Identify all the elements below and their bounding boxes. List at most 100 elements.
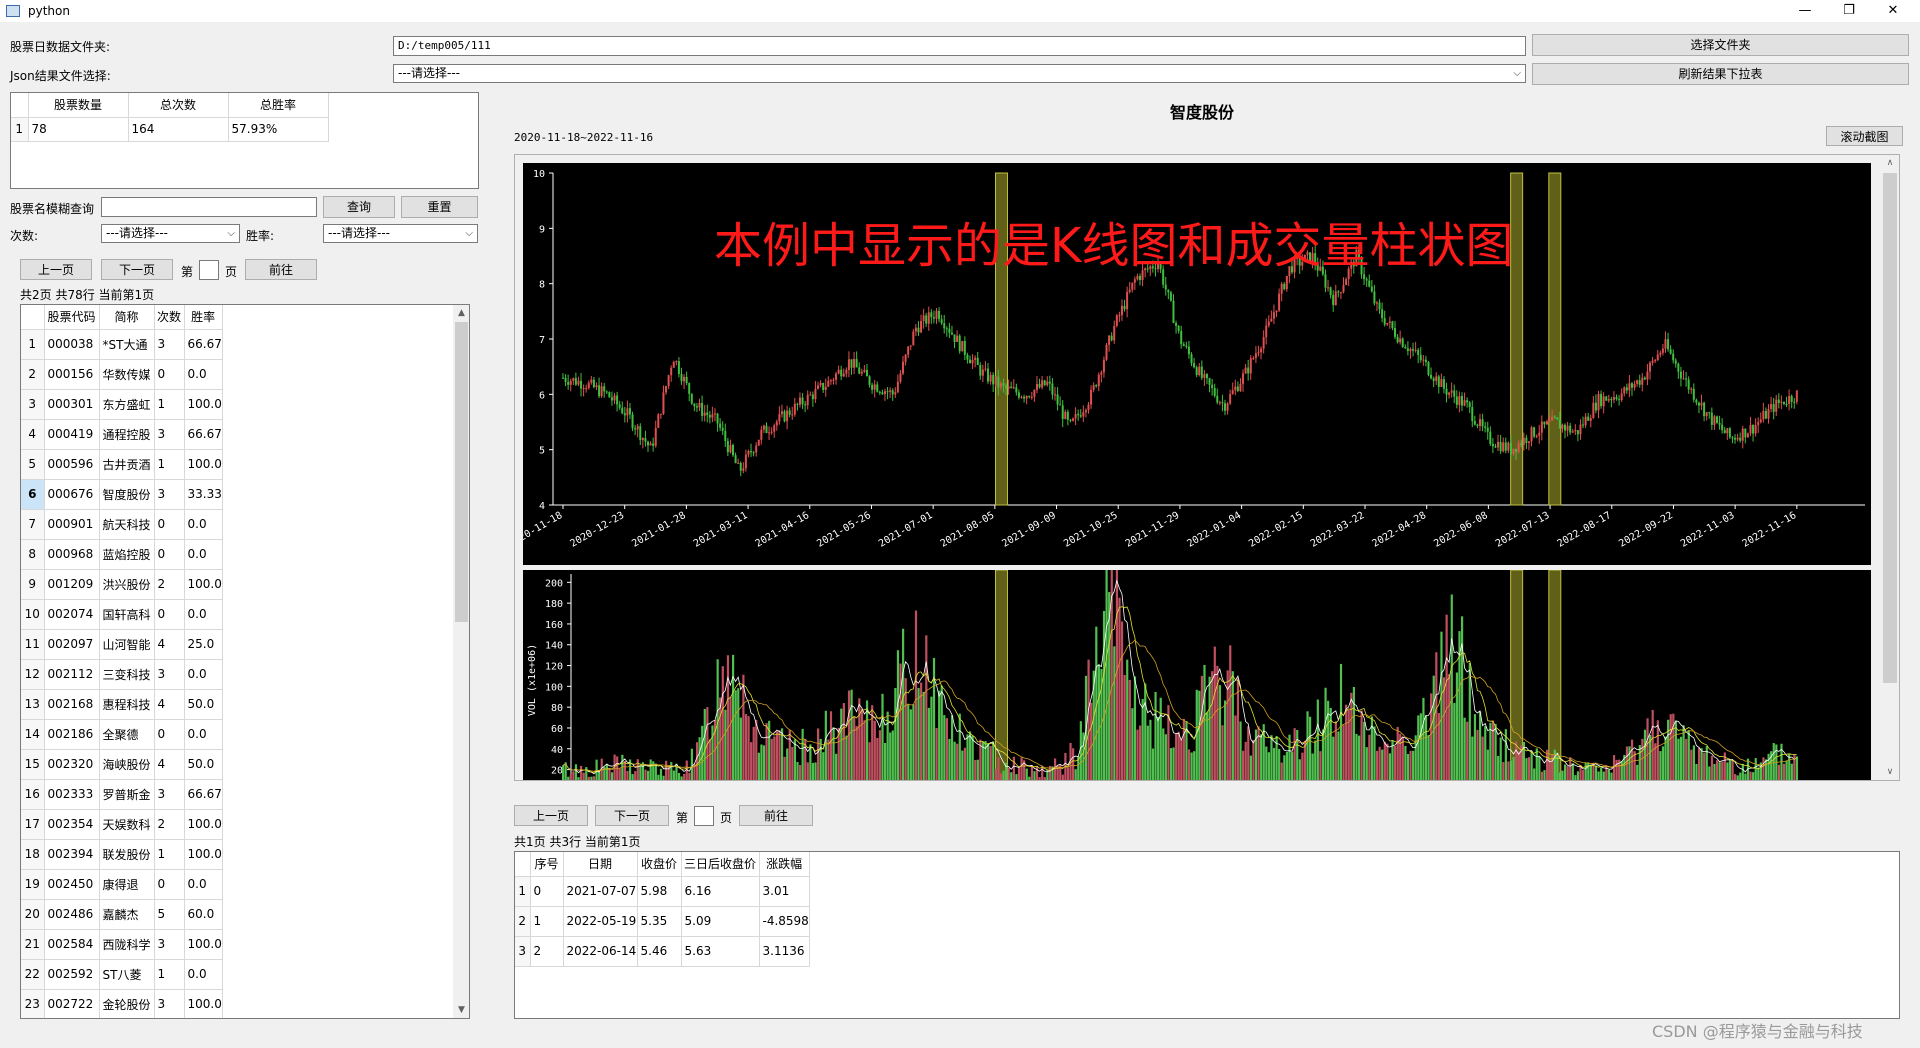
choose-folder-button[interactable]: 选择文件夹 [1532, 34, 1909, 56]
volume-bar [1700, 748, 1703, 780]
table-row[interactable]: 1 78 164 57.93% [11, 117, 329, 142]
stock-cell: 000156 [44, 359, 100, 390]
stock-table-scrollbar[interactable]: ▲ ▼ [453, 305, 469, 1018]
candle-body [1499, 441, 1502, 452]
candle-body [1594, 402, 1597, 411]
table-row[interactable]: 22 002592 ST八菱 1 0.0 [21, 959, 223, 990]
table-row[interactable]: 12 002112 三变科技 3 0.0 [21, 659, 223, 690]
right-page-input[interactable] [694, 806, 714, 826]
right-next-page-button[interactable]: 下一页 [595, 805, 669, 826]
volume-bar [770, 738, 773, 780]
right-prev-page-button[interactable]: 上一页 [514, 805, 588, 826]
stock-cell: 100.0 [184, 989, 223, 1018]
search-input[interactable] [101, 197, 317, 217]
count-select[interactable]: ---请选择--- ⌵ [101, 224, 240, 243]
table-row[interactable]: 18 002394 联发股份 1 100.0 [21, 839, 223, 870]
volume-bar [739, 717, 742, 780]
trade-header-close: 收盘价 [637, 852, 682, 877]
stock-cell: 0 [154, 509, 185, 540]
table-row[interactable]: 1 0 2021-07-07 5.98 6.16 3.01 [515, 876, 810, 907]
volume-bar [1309, 716, 1312, 780]
table-row[interactable]: 2 1 2022-05-19 5.35 5.09 -4.8598 [515, 906, 810, 937]
table-row[interactable]: 4 000419 通程控股 3 66.67 [21, 419, 223, 450]
left-page-input[interactable] [199, 260, 219, 280]
trade-cell: 0 [530, 876, 564, 907]
table-row[interactable]: 10 002074 国轩高科 0 0.0 [21, 599, 223, 630]
right-go-button[interactable]: 前往 [739, 805, 813, 826]
stock-cell: 4 [154, 629, 185, 660]
left-go-button[interactable]: 前往 [245, 259, 317, 280]
candle-body [1283, 283, 1286, 290]
volume-bar [940, 685, 943, 780]
table-row[interactable]: 11 002097 山河智能 4 25.0 [21, 629, 223, 660]
scroll-thumb[interactable] [1883, 173, 1897, 683]
table-row[interactable]: 23 002722 金轮股份 3 100.0 [21, 989, 223, 1018]
table-row[interactable]: 9 001209 洪兴股份 2 100.0 [21, 569, 223, 600]
candle-body [971, 359, 974, 364]
table-row[interactable]: 17 002354 天娱数科 2 100.0 [21, 809, 223, 840]
left-prev-page-button[interactable]: 上一页 [20, 259, 92, 280]
table-row[interactable]: 15 002320 海峡股份 4 50.0 [21, 749, 223, 780]
volume-bar [1144, 683, 1147, 780]
left-next-page-button[interactable]: 下一页 [101, 259, 173, 280]
reset-button[interactable]: 重置 [401, 196, 478, 218]
chart-scrollbar[interactable]: ∧ ∨ [1881, 155, 1899, 780]
volume-bar [734, 690, 737, 780]
candle-body [824, 386, 827, 391]
volume-bar [695, 742, 699, 780]
query-button[interactable]: 查询 [323, 196, 395, 218]
trade-table: 序号 日期 收盘价 三日后收盘价 涨跌幅 1 0 2021-07-07 5.98 6.1… [514, 851, 1900, 1019]
table-row[interactable]: 20 002486 嘉麟杰 5 60.0 [21, 899, 223, 930]
table-row[interactable]: 7 000901 航天科技 0 0.0 [21, 509, 223, 540]
candle-body [984, 368, 987, 370]
table-row[interactable]: 19 002450 康得退 0 0.0 [21, 869, 223, 900]
scroll-up-icon[interactable]: ▲ [453, 305, 469, 321]
rate-select[interactable]: ---请选择--- ⌵ [323, 224, 478, 243]
volume-bar [1687, 730, 1690, 780]
y-tick-label: 20 [551, 766, 563, 777]
volume-bar [644, 769, 647, 780]
scroll-down-icon[interactable]: ∨ [1881, 764, 1899, 780]
folder-path-input[interactable]: D:/temp005/111 [393, 36, 1526, 56]
refresh-list-button[interactable]: 刷新结果下拉表 [1532, 63, 1909, 85]
stock-cell: 3 [154, 929, 185, 960]
scroll-down-icon[interactable]: ▼ [453, 1002, 469, 1018]
candle-body [1177, 325, 1180, 331]
volume-bar [1726, 762, 1729, 780]
scroll-thumb[interactable] [455, 322, 468, 622]
volume-bar [822, 752, 825, 780]
stock-cell: 100.0 [184, 929, 223, 960]
volume-bar [873, 720, 876, 780]
table-row[interactable]: 13 002168 惠程科技 4 50.0 [21, 689, 223, 720]
volume-bar [1636, 764, 1639, 780]
table-row[interactable]: 14 002186 全聚德 0 0.0 [21, 719, 223, 750]
volume-bar [853, 716, 856, 780]
table-row[interactable]: 16 002333 罗普斯金 3 66.67 [21, 779, 223, 810]
scroll-screenshot-button[interactable]: 滚动截图 [1826, 126, 1903, 146]
json-file-select[interactable]: ---请选择--- ⌵ [393, 64, 1526, 83]
restore-button[interactable]: ❐ [1826, 0, 1872, 22]
candle-body [1275, 310, 1278, 313]
table-row[interactable]: 21 002584 西陇科学 3 100.0 [21, 929, 223, 960]
x-tick-label: 2022-03-22 [1309, 510, 1367, 550]
close-button[interactable]: ✕ [1870, 0, 1916, 22]
volume-bar [966, 734, 969, 780]
table-row[interactable]: 3 000301 东方盛虹 1 100.0 [21, 389, 223, 420]
volume-bar [953, 741, 956, 780]
candle-body [603, 386, 606, 392]
table-row[interactable]: 1 000038 *ST大通 3 66.67 [21, 329, 223, 360]
scroll-up-icon[interactable]: ∧ [1881, 155, 1899, 171]
table-row[interactable]: 2 000156 华数传媒 0 0.0 [21, 359, 223, 390]
candle-body [1051, 383, 1054, 395]
table-row[interactable]: 3 2 2022-06-14 5.46 5.63 3.1136 [515, 936, 810, 967]
volume-bar [1236, 678, 1240, 780]
table-row[interactable]: 6 000676 智度股份 3 33.33 [21, 479, 223, 510]
table-row[interactable]: 5 000596 古井贡酒 1 100.0 [21, 449, 223, 480]
row-header: 4 [21, 419, 45, 450]
volume-bar [817, 728, 820, 780]
y-tick-label: 200 [545, 578, 563, 589]
candle-body [956, 335, 959, 342]
minimize-button[interactable]: — [1782, 0, 1828, 22]
x-tick-label: 2020-12-23 [569, 510, 627, 550]
table-row[interactable]: 8 000968 蓝焰控股 0 0.0 [21, 539, 223, 570]
